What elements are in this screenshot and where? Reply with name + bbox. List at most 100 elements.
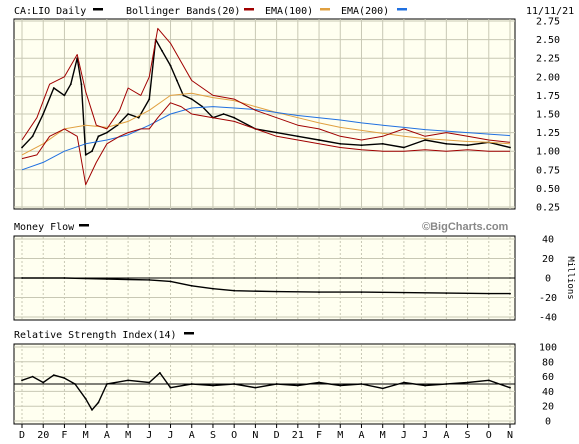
rsi-data-point (403, 381, 405, 384)
ema200-legend-swatch (397, 8, 407, 11)
price-data-point (466, 144, 469, 147)
rsi-data-point (466, 381, 469, 384)
money-flow-data-point (487, 292, 490, 295)
rsi-data-point (190, 383, 193, 385)
money-flow-data-point (233, 289, 236, 292)
price-data-point (509, 146, 511, 149)
rsi-data-point (127, 379, 129, 382)
money-flow-title: Money Flow (14, 222, 75, 233)
rsi-data-point (445, 383, 448, 385)
rsi-data-point (487, 379, 490, 382)
price-data-point (381, 142, 384, 145)
money-flow-data-point (127, 278, 129, 281)
money-flow-data-point (509, 292, 511, 295)
x-tick-label: D (274, 430, 280, 441)
price-tick-label: 1.75 (536, 91, 560, 102)
money-flow-legend-swatch (79, 224, 89, 227)
price-data-point (190, 98, 193, 100)
rsi-data-point (169, 386, 172, 389)
x-tick-label: O (486, 430, 492, 441)
legend-ema100: EMA(100) (265, 6, 313, 17)
price-data-point (403, 146, 405, 149)
watermark: ©BigCharts.com (422, 221, 509, 233)
rsi-data-point (91, 409, 93, 411)
price-data-point (424, 139, 426, 141)
rsi-tick-label: 0 (545, 417, 551, 428)
money-flow-tick-label: 40 (542, 235, 554, 246)
price-data-point (31, 135, 34, 138)
symbol-label: CA:LIO Daily (14, 6, 86, 17)
rsi-tick-label: 60 (542, 372, 554, 383)
x-tick-label: D (19, 430, 25, 441)
x-tick-label: J (146, 430, 152, 441)
rsi-data-point (42, 381, 45, 384)
price-data-point (106, 131, 108, 134)
rsi-data-point (424, 384, 426, 387)
price-data-point (127, 113, 129, 115)
price-legend-swatch (93, 8, 103, 11)
price-data-point (169, 64, 172, 67)
price-data-point (339, 142, 342, 145)
money-flow-data-point (106, 278, 108, 280)
x-tick-label: 20 (37, 430, 49, 441)
rsi-data-point (148, 381, 151, 384)
x-tick-label: 21 (292, 430, 304, 441)
rsi-data-point (159, 372, 161, 374)
price-data-point (360, 144, 363, 147)
price-data-point (52, 87, 55, 89)
price-data-point (148, 98, 151, 100)
rsi-data-point (381, 387, 384, 390)
x-tick-label: A (189, 430, 195, 441)
rsi-tick-label: 20 (542, 402, 554, 413)
rsi-data-point (275, 383, 278, 385)
x-tick-label: O (231, 430, 237, 441)
money-flow-data-point (318, 291, 320, 293)
money-flow-data-point (84, 277, 87, 280)
price-tick-label: 1.50 (536, 110, 560, 121)
rsi-tick-label: 80 (542, 357, 554, 368)
price-data-point (275, 131, 278, 134)
x-tick-label: N (507, 430, 513, 441)
money-flow-data-point (212, 287, 214, 290)
x-tick-label: N (252, 430, 258, 441)
x-tick-label: S (210, 430, 216, 441)
rsi-title: Relative Strength Index(14) (14, 330, 177, 341)
x-tick-label: J (168, 430, 174, 441)
price-data-point (176, 79, 178, 82)
price-data-point (233, 116, 236, 119)
price-tick-label: 2.75 (536, 17, 560, 28)
rsi-data-point (318, 381, 320, 384)
price-data-point (84, 154, 87, 156)
price-tick-label: 2.50 (536, 35, 560, 46)
rsi-tick-label: 100 (539, 343, 557, 354)
rsi-tick-label: 40 (542, 387, 554, 398)
rsi-data-point (509, 386, 511, 389)
rsi-data-point (31, 375, 34, 378)
money-flow-tick-label: 20 (542, 254, 554, 265)
header-date: 11/11/21 (526, 6, 574, 17)
x-tick-label: A (358, 430, 364, 441)
price-tick-label: 1.00 (536, 147, 560, 158)
money-flow-data-point (21, 277, 23, 279)
ema100-legend-swatch (320, 8, 330, 11)
money-flow-data-point (445, 292, 448, 294)
price-tick-label: 1.25 (536, 128, 560, 139)
money-flow-data-point (360, 291, 363, 293)
price-data-point (63, 94, 66, 97)
rsi-data-point (106, 383, 108, 385)
rsi-data-point (233, 383, 236, 385)
price-tick-label: 2.25 (536, 54, 560, 65)
price-data-point (445, 142, 448, 145)
x-tick-label: J (401, 430, 407, 441)
rsi-data-point (360, 383, 363, 385)
chart-svg: CA:LIO Daily Bollinger Bands(20) EMA(100… (0, 0, 579, 444)
bollinger-legend-swatch (244, 8, 254, 11)
rsi-legend-swatch (184, 332, 194, 335)
rsi-data-point (212, 384, 214, 387)
price-tick-label: 0.25 (536, 203, 560, 214)
price-data-point (182, 94, 185, 97)
price-data-point (42, 113, 45, 115)
money-flow-tick-label: -20 (539, 293, 557, 304)
legend-bollinger: Bollinger Bands(20) (126, 6, 240, 17)
money-flow-data-point (275, 290, 278, 293)
